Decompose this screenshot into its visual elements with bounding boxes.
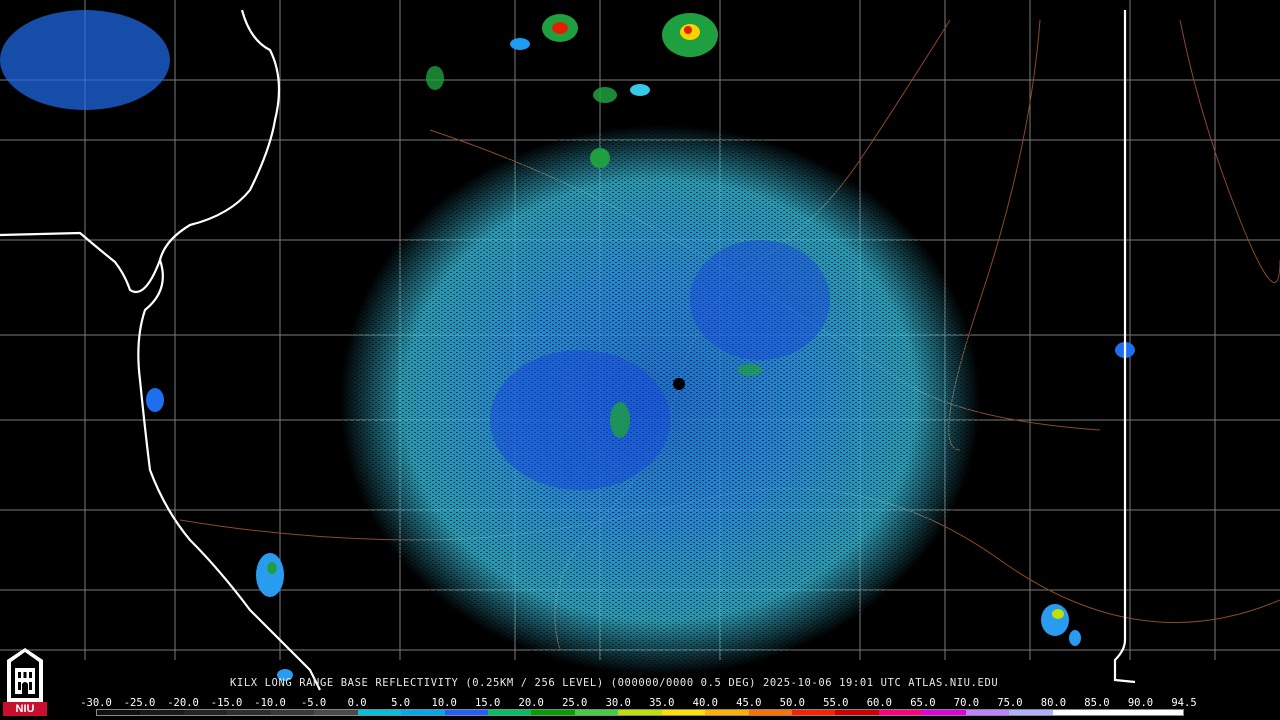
scale-tick-label: 35.0 bbox=[649, 697, 675, 709]
colorbar-segment bbox=[792, 710, 836, 715]
colorbar-segment bbox=[487, 710, 532, 715]
scale-tick-label: -15.0 bbox=[210, 697, 243, 709]
scale-tick-label: 70.0 bbox=[953, 697, 980, 709]
scale-tick-label: 90.0 bbox=[1127, 697, 1154, 709]
scale-tick-label: 75.0 bbox=[997, 697, 1023, 709]
scale-tick-label: 40.0 bbox=[692, 697, 718, 709]
colorbar-segment bbox=[183, 710, 228, 715]
scale-tick-label: 45.0 bbox=[736, 697, 762, 709]
logo-text: NIU bbox=[3, 702, 47, 716]
scale-tick-label: 15.0 bbox=[475, 697, 501, 709]
colorbar-segment bbox=[705, 710, 749, 715]
colorbar-segment bbox=[1139, 710, 1183, 715]
colorbar-segment bbox=[574, 710, 619, 715]
colorbar-segment bbox=[922, 710, 966, 715]
scale-tick-label: 60.0 bbox=[866, 697, 893, 709]
scale-tick-label: 85.0 bbox=[1084, 697, 1110, 709]
colorbar-segment bbox=[227, 710, 271, 715]
scale-tick-label: 55.0 bbox=[823, 697, 849, 709]
colorbar-segment bbox=[965, 710, 1010, 715]
colorbar-segment bbox=[140, 710, 184, 715]
scale-tick-label: -25.0 bbox=[123, 697, 156, 709]
scale-tick-label: -20.0 bbox=[167, 697, 199, 709]
colorbar-segment bbox=[618, 710, 662, 715]
scale-tick-label: -5.0 bbox=[300, 697, 327, 709]
colorbar-segment bbox=[270, 710, 315, 715]
radar-site-marker bbox=[673, 378, 685, 390]
colorbar-segment bbox=[531, 710, 575, 715]
scale-tick-label: 5.0 bbox=[391, 697, 411, 709]
scale-tick-label: 50.0 bbox=[779, 697, 805, 709]
colorbar-segment bbox=[835, 710, 879, 715]
scale-tick-label: 20.0 bbox=[518, 697, 544, 709]
colorbar-segment bbox=[661, 710, 706, 715]
colorbar-segment bbox=[748, 710, 792, 715]
scale-tick-label: 80.0 bbox=[1040, 697, 1067, 709]
colorbar-segment bbox=[444, 710, 488, 715]
reflectivity-echo bbox=[340, 125, 980, 675]
colorbar-segment bbox=[1009, 710, 1053, 715]
colorbar-segment bbox=[97, 710, 141, 715]
scale-labels: -30.0 -25.0 -20.0 -15.0 -10.0 -5.0 0.0 5.0 10.0 1… bbox=[80, 697, 1197, 709]
colorbar-segment bbox=[357, 710, 402, 715]
colorbar-segment bbox=[314, 710, 358, 715]
colorbar-segment bbox=[1096, 710, 1140, 715]
colorbar-segment bbox=[401, 710, 445, 715]
scale-tick-label: -10.0 bbox=[254, 697, 286, 709]
reflectivity-colorbar bbox=[96, 709, 1184, 716]
scale-tick-label: 0.0 bbox=[347, 697, 367, 709]
scale-tick-label: 65.0 bbox=[910, 697, 936, 709]
scale-tick-label: 94.5 bbox=[1171, 697, 1197, 709]
colorbar-segment bbox=[1052, 710, 1097, 715]
scale-tick-label: -30.0 bbox=[80, 697, 112, 709]
colorbar-segment bbox=[878, 710, 923, 715]
product-caption: KILX LONG RANGE BASE REFLECTIVITY (0.25K… bbox=[230, 677, 999, 689]
scale-tick-label: 25.0 bbox=[562, 697, 588, 709]
scale-tick-label: 10.0 bbox=[431, 697, 457, 709]
radar-map bbox=[0, 0, 1280, 691]
scale-tick-label: 30.0 bbox=[605, 697, 631, 709]
